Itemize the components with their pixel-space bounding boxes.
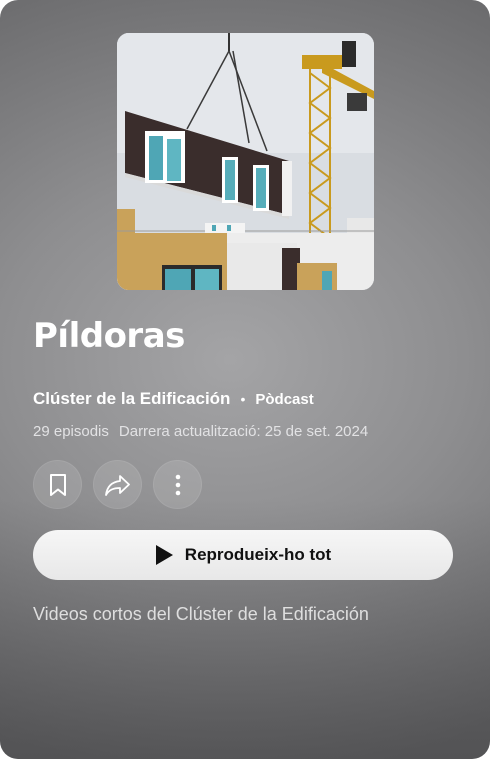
share-icon [104,474,130,496]
play-all-label: Reprodueix-ho tot [184,545,332,564]
cover-illustration [117,33,374,290]
podcast-badge: Pòdcast [255,390,314,408]
playlist-title: Píldoras [33,316,185,356]
save-button[interactable] [33,460,82,509]
playlist-cover-image[interactable] [117,33,374,290]
more-options-button[interactable] [153,460,202,509]
bookmark-icon [49,473,66,496]
play-all-button[interactable]: Reprodueix-ho tot [33,530,453,580]
playlist-stats: 29 episodis Darrera actualització: 25 de… [33,423,368,440]
share-button[interactable] [93,460,142,509]
more-vert-icon [175,474,180,495]
channel-name-link[interactable]: Clúster de la Edificación [33,389,230,409]
playlist-owner-row: Clúster de la Edificación • Pòdcast [33,389,314,409]
meta-separator: • [240,391,246,407]
playlist-header-card: Píldoras Clúster de la Edificación • Pòd… [0,0,490,759]
last-updated: Darrera actualització: 25 de set. 2024 [118,423,369,440]
play-icon [155,545,173,565]
playlist-description: Videos cortos del Clúster de la Edificac… [33,604,369,624]
episode-count: 29 episodis [33,423,109,440]
